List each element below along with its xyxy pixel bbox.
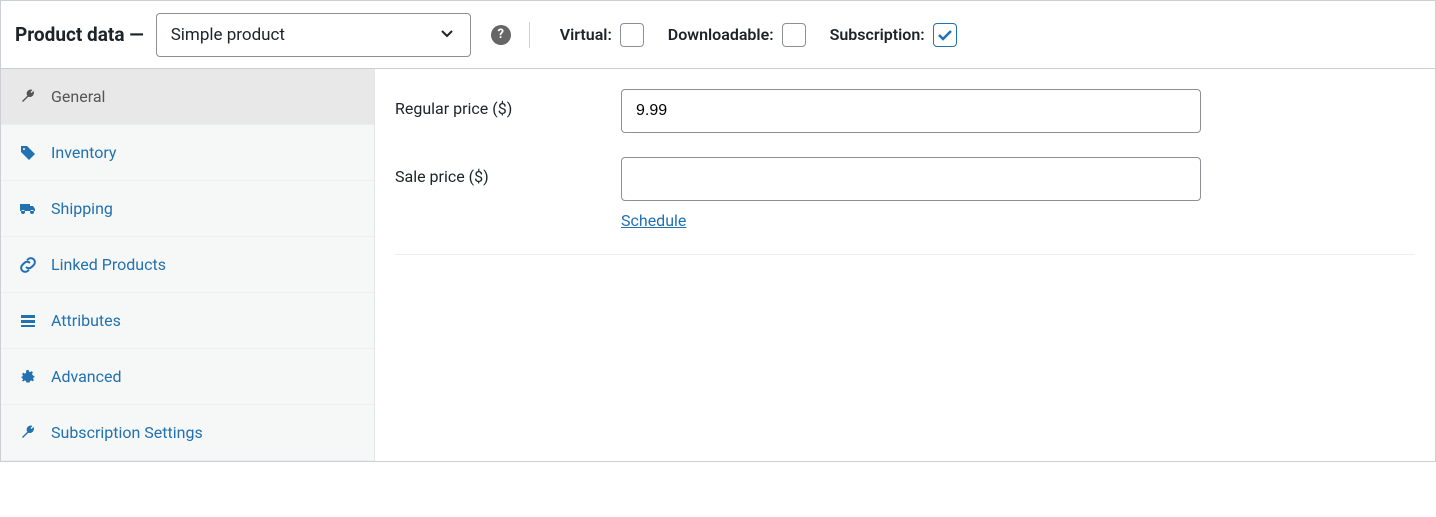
virtual-checkbox[interactable] [620,23,644,47]
truck-icon [19,200,37,218]
regular-price-label: Regular price ($) [395,89,621,118]
list-icon [19,312,37,330]
virtual-label: Virtual: [560,25,612,44]
sidebar-item-label: Attributes [51,311,121,330]
sidebar-item-label: Shipping [51,199,113,218]
sidebar-item-label: Subscription Settings [51,423,203,442]
schedule-link[interactable]: Schedule [621,211,1201,230]
main-content: Regular price ($) Sale price ($) Schedul… [375,69,1435,461]
virtual-checkbox-group: Virtual: [560,23,644,47]
product-data-panel: Product data — Simple product ? Virtual:… [0,0,1436,462]
product-type-select-wrapper: Simple product [156,13,471,57]
downloadable-checkbox[interactable] [782,23,806,47]
subscription-checkbox-group: Subscription: [830,23,957,47]
sale-price-input[interactable] [621,157,1201,201]
panel-header: Product data — Simple product ? Virtual:… [1,1,1435,69]
product-type-selected-value: Simple product [171,25,285,45]
sidebar-item-attributes[interactable]: Attributes [1,293,374,349]
link-icon [19,256,37,274]
sidebar-item-shipping[interactable]: Shipping [1,181,374,237]
sidebar-item-subscription-settings[interactable]: Subscription Settings [1,405,374,461]
subscription-checkbox[interactable] [933,23,957,47]
subscription-label: Subscription: [830,25,925,44]
divider [395,254,1415,255]
wrench-icon [19,424,37,442]
sidebar-item-linked-products[interactable]: Linked Products [1,237,374,293]
sidebar-item-general[interactable]: General [1,69,374,125]
sidebar-item-label: Advanced [51,367,122,386]
sale-price-label: Sale price ($) [395,157,621,186]
tag-icon [19,144,37,162]
sale-price-input-wrapper: Schedule [621,157,1201,230]
sidebar-item-label: General [51,87,105,106]
regular-price-input-wrapper [621,89,1201,133]
regular-price-row: Regular price ($) [395,89,1415,133]
sidebar-item-label: Linked Products [51,255,166,274]
downloadable-label: Downloadable: [668,25,774,44]
sidebar: General Inventory Shipping Linked Produc… [1,69,375,461]
help-icon[interactable]: ? [491,25,511,45]
panel-title: Product data — [15,23,144,46]
sidebar-item-inventory[interactable]: Inventory [1,125,374,181]
regular-price-input[interactable] [621,89,1201,133]
sale-price-row: Sale price ($) Schedule [395,157,1415,230]
product-type-select[interactable]: Simple product [156,13,471,57]
gear-icon [19,368,37,386]
sidebar-item-advanced[interactable]: Advanced [1,349,374,405]
divider [529,22,530,48]
wrench-icon [19,88,37,106]
panel-body: General Inventory Shipping Linked Produc… [1,69,1435,461]
downloadable-checkbox-group: Downloadable: [668,23,806,47]
sidebar-item-label: Inventory [51,143,117,162]
